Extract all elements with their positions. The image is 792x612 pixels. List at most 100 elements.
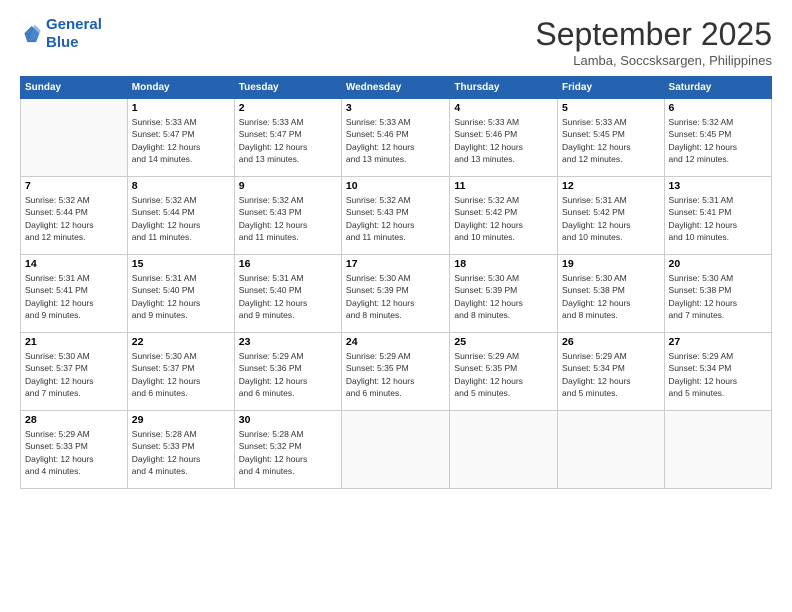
logo-general: General [46,16,102,33]
day-cell: 14 Sunrise: 5:31 AMSunset: 5:41 PMDayligh… [21,255,128,333]
col-header-wednesday: Wednesday [341,77,450,99]
day-number: 20 [669,258,767,270]
day-cell: 16 Sunrise: 5:31 AMSunset: 5:40 PMDayligh… [234,255,341,333]
day-info: Sunrise: 5:30 AMSunset: 5:37 PMDaylight:… [132,350,230,399]
day-info: Sunrise: 5:31 AMSunset: 5:40 PMDaylight:… [239,272,337,321]
day-number: 16 [239,258,337,270]
day-cell: 23 Sunrise: 5:29 AMSunset: 5:36 PMDayligh… [234,333,341,411]
day-info: Sunrise: 5:29 AMSunset: 5:34 PMDaylight:… [669,350,767,399]
day-number: 3 [346,102,446,114]
day-cell: 20Sunrise: 5:30 AMSunset: 5:38 PMDayligh… [664,255,771,333]
day-cell: 2Sunrise: 5:33 AMSunset: 5:47 PMDaylight… [234,99,341,177]
day-cell [21,99,128,177]
day-number: 18 [454,258,553,270]
day-number: 4 [454,102,553,114]
day-info: Sunrise: 5:28 AMSunset: 5:33 PMDaylight:… [132,428,230,477]
day-number: 24 [346,336,446,348]
day-number: 26 [562,336,660,348]
day-cell: 28Sunrise: 5:29 AMSunset: 5:33 PMDayligh… [21,411,128,489]
month-title: September 2025 [535,16,772,53]
week-row-3: 14 Sunrise: 5:31 AMSunset: 5:41 PMDayligh… [21,255,772,333]
day-cell: 29 Sunrise: 5:28 AMSunset: 5:33 PMDayligh… [127,411,234,489]
day-info: Sunrise: 5:31 AMSunset: 5:41 PMDaylight:… [669,194,767,243]
day-info: Sunrise: 5:28 AMSunset: 5:32 PMDaylight:… [239,428,337,477]
day-info: Sunrise: 5:30 AMSunset: 5:38 PMDaylight:… [562,272,660,321]
day-number: 6 [669,102,767,114]
day-info: Sunrise: 5:31 AMSunset: 5:41 PMDaylight:… [25,272,123,321]
day-cell: 17 Sunrise: 5:30 AMSunset: 5:39 PMDayligh… [341,255,450,333]
day-info: Sunrise: 5:29 AMSunset: 5:35 PMDaylight:… [454,350,553,399]
day-info: Sunrise: 5:33 AMSunset: 5:46 PMDaylight:… [454,116,553,165]
day-number: 2 [239,102,337,114]
day-info: Sunrise: 5:32 AMSunset: 5:42 PMDaylight:… [454,194,553,243]
day-number: 9 [239,180,337,192]
day-number: 15 [132,258,230,270]
logo: General Blue [20,16,102,52]
day-number: 1 [132,102,230,114]
day-number: 19 [562,258,660,270]
day-cell [664,411,771,489]
day-cell: 25Sunrise: 5:29 AMSunset: 5:35 PMDayligh… [450,333,558,411]
day-number: 29 [132,414,230,426]
day-cell: 30 Sunrise: 5:28 AMSunset: 5:32 PMDayligh… [234,411,341,489]
day-cell: 9Sunrise: 5:32 AMSunset: 5:43 PMDaylight… [234,177,341,255]
day-number: 22 [132,336,230,348]
col-header-sunday: Sunday [21,77,128,99]
day-cell: 10 Sunrise: 5:32 AMSunset: 5:43 PMDayligh… [341,177,450,255]
day-info: Sunrise: 5:30 AMSunset: 5:39 PMDaylight:… [346,272,446,321]
day-number: 12 [562,180,660,192]
day-cell [558,411,665,489]
day-cell: 15 Sunrise: 5:31 AMSunset: 5:40 PMDayligh… [127,255,234,333]
day-cell: 19 Sunrise: 5:30 AMSunset: 5:38 PMDayligh… [558,255,665,333]
day-info: Sunrise: 5:32 AMSunset: 5:43 PMDaylight:… [346,194,446,243]
day-cell: 24 Sunrise: 5:29 AMSunset: 5:35 PMDayligh… [341,333,450,411]
day-cell: 8Sunrise: 5:32 AMSunset: 5:44 PMDaylight… [127,177,234,255]
day-info: Sunrise: 5:29 AMSunset: 5:36 PMDaylight:… [239,350,337,399]
day-info: Sunrise: 5:31 AMSunset: 5:40 PMDaylight:… [132,272,230,321]
day-number: 5 [562,102,660,114]
logo-text: General Blue [46,16,102,52]
day-cell: 18Sunrise: 5:30 AMSunset: 5:39 PMDayligh… [450,255,558,333]
page: General Blue September 2025 Lamba, Soccs… [0,0,792,612]
day-cell: 13 Sunrise: 5:31 AMSunset: 5:41 PMDayligh… [664,177,771,255]
day-number: 30 [239,414,337,426]
day-number: 7 [25,180,123,192]
day-cell: 5Sunrise: 5:33 AMSunset: 5:45 PMDaylight… [558,99,665,177]
day-number: 11 [454,180,553,192]
day-info: Sunrise: 5:30 AMSunset: 5:37 PMDaylight:… [25,350,123,399]
week-row-4: 21 Sunrise: 5:30 AMSunset: 5:37 PMDayligh… [21,333,772,411]
day-cell: 4 Sunrise: 5:33 AMSunset: 5:46 PMDaylight… [450,99,558,177]
day-cell [450,411,558,489]
day-cell: 21 Sunrise: 5:30 AMSunset: 5:37 PMDayligh… [21,333,128,411]
day-info: Sunrise: 5:31 AMSunset: 5:42 PMDaylight:… [562,194,660,243]
day-cell: 22 Sunrise: 5:30 AMSunset: 5:37 PMDayligh… [127,333,234,411]
day-info: Sunrise: 5:29 AMSunset: 5:35 PMDaylight:… [346,350,446,399]
day-cell: 1Sunrise: 5:33 AMSunset: 5:47 PMDaylight… [127,99,234,177]
week-row-5: 28Sunrise: 5:29 AMSunset: 5:33 PMDayligh… [21,411,772,489]
day-cell [341,411,450,489]
day-cell: 7 Sunrise: 5:32 AMSunset: 5:44 PMDaylight… [21,177,128,255]
week-row-1: 1Sunrise: 5:33 AMSunset: 5:47 PMDaylight… [21,99,772,177]
day-cell: 3 Sunrise: 5:33 AMSunset: 5:46 PMDaylight… [341,99,450,177]
day-number: 17 [346,258,446,270]
logo-blue: Blue [46,34,79,51]
day-number: 13 [669,180,767,192]
calendar-table: SundayMondayTuesdayWednesdayThursdayFrid… [20,76,772,489]
logo-icon [20,23,42,45]
day-number: 27 [669,336,767,348]
col-header-friday: Friday [558,77,665,99]
day-number: 23 [239,336,337,348]
day-number: 14 [25,258,123,270]
day-cell: 26Sunrise: 5:29 AMSunset: 5:34 PMDayligh… [558,333,665,411]
header: General Blue September 2025 Lamba, Soccs… [20,16,772,68]
day-cell: 12 Sunrise: 5:31 AMSunset: 5:42 PMDayligh… [558,177,665,255]
day-info: Sunrise: 5:32 AMSunset: 5:44 PMDaylight:… [25,194,123,243]
day-info: Sunrise: 5:32 AMSunset: 5:44 PMDaylight:… [132,194,230,243]
day-cell: 6 Sunrise: 5:32 AMSunset: 5:45 PMDaylight… [664,99,771,177]
day-number: 10 [346,180,446,192]
day-number: 21 [25,336,123,348]
day-info: Sunrise: 5:32 AMSunset: 5:45 PMDaylight:… [669,116,767,165]
col-header-monday: Monday [127,77,234,99]
day-number: 28 [25,414,123,426]
day-info: Sunrise: 5:33 AMSunset: 5:46 PMDaylight:… [346,116,446,165]
